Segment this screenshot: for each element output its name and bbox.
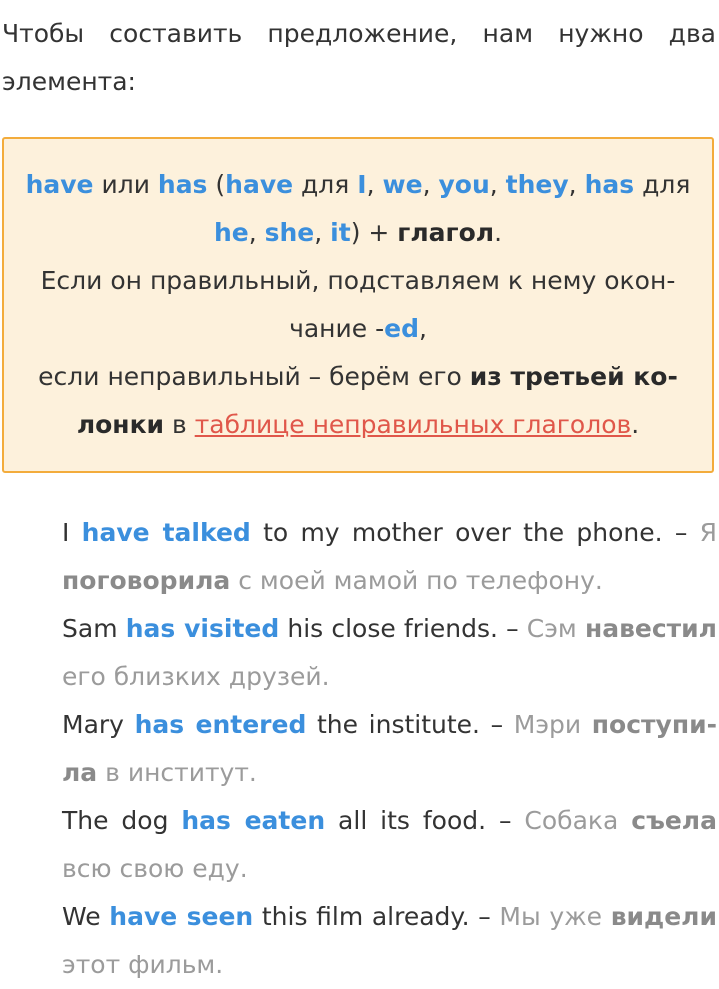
pronoun-they: they xyxy=(505,170,569,199)
translation-text: этот фильм. xyxy=(62,950,224,979)
translation-text: всю свою еду. xyxy=(62,854,248,883)
list-item: The dog has eaten all its food. – Собака… xyxy=(62,797,717,893)
pronoun-it: it xyxy=(330,218,351,247)
translation-text: Мы уже xyxy=(499,902,611,931)
rule-text: , xyxy=(422,170,439,199)
pronoun-we: we xyxy=(382,170,423,199)
example-text: Sam xyxy=(62,614,126,643)
examples-list: I have talked to my mother over the phon… xyxy=(62,509,717,989)
rule-line-2: Если он правильный, подставляем к нему о… xyxy=(20,257,696,353)
rule-text: . xyxy=(631,410,640,439)
translation-verb: поговорила xyxy=(62,566,231,595)
rule-text: Если он правильный, подставляем к нему о… xyxy=(40,266,676,343)
example-text: his close friends. – xyxy=(279,614,527,643)
list-item: I have talked to my mother over the phon… xyxy=(62,509,717,605)
translation-text: Сэм xyxy=(526,614,585,643)
rule-text: в xyxy=(164,410,195,439)
translation-verb: съела xyxy=(631,806,717,835)
list-item: Sam has visited his close friends. – Сэм… xyxy=(62,605,717,701)
example-verb: has visited xyxy=(125,614,280,643)
keyword-ending-ed: ed xyxy=(384,314,419,343)
rule-text: ) + xyxy=(350,218,398,247)
pronoun-she: she xyxy=(264,218,315,247)
rule-text: для xyxy=(634,170,691,199)
example-text: We xyxy=(62,902,110,931)
rule-text: если неправильный – берём его xyxy=(38,362,470,391)
list-item: We have seen this film already. – Мы уже… xyxy=(62,893,717,989)
list-item: Mary has entered the institute. – Мэри п… xyxy=(62,701,717,797)
example-verb: has eaten xyxy=(181,806,326,835)
rule-text: для xyxy=(293,170,358,199)
translation-text: его близких друзей. xyxy=(62,662,330,691)
rule-text: , xyxy=(568,170,585,199)
translation-text: Мэри xyxy=(513,710,592,739)
translation-text: Собака xyxy=(524,806,632,835)
example-text: the institute. – xyxy=(306,710,514,739)
rule-text: , xyxy=(314,218,331,247)
rule-text: , xyxy=(366,170,383,199)
pronoun-i: I xyxy=(357,170,367,199)
example-verb: has entered xyxy=(134,710,307,739)
example-text: this film already. – xyxy=(253,902,500,931)
irregular-verbs-table-link[interactable]: таблице неправильных глаголов xyxy=(195,410,632,439)
rule-text: , xyxy=(418,314,427,343)
example-verb: have seen xyxy=(109,902,254,931)
example-verb: have talked xyxy=(81,518,251,547)
keyword-has: has xyxy=(584,170,635,199)
rule-text: ( xyxy=(207,170,226,199)
translation-text: Я xyxy=(699,518,718,547)
rule-line-3: если неправильный – берём его из третьей… xyxy=(20,353,696,449)
rule-text: , xyxy=(489,170,506,199)
example-text: all its food. – xyxy=(325,806,525,835)
pronoun-he: he xyxy=(213,218,249,247)
keyword-verb: глагол xyxy=(397,218,495,247)
keyword-have: have xyxy=(25,170,94,199)
pronoun-you: you xyxy=(438,170,490,199)
rule-text: . xyxy=(494,218,503,247)
translation-verb: наве­стил xyxy=(584,614,717,643)
rule-text: , xyxy=(248,218,265,247)
example-text: The dog xyxy=(62,806,182,835)
keyword-have: have xyxy=(225,170,294,199)
example-text: to my mother over the phone. – xyxy=(250,518,700,547)
keyword-has: has xyxy=(157,170,208,199)
example-text: I xyxy=(62,518,82,547)
rule-line-1: have или has (have для I, we, you, they,… xyxy=(20,161,696,257)
example-text: Mary xyxy=(62,710,135,739)
rule-callout-box: have или has (have для I, we, you, they,… xyxy=(2,137,714,473)
intro-paragraph: Чтобы составить предложение, нам нужно д… xyxy=(2,19,716,96)
translation-text: с моей мамой по телефону. xyxy=(230,566,603,595)
translation-verb: виде­ли xyxy=(610,902,717,931)
translation-text: в институт. xyxy=(97,758,257,787)
rule-text: или xyxy=(93,170,158,199)
